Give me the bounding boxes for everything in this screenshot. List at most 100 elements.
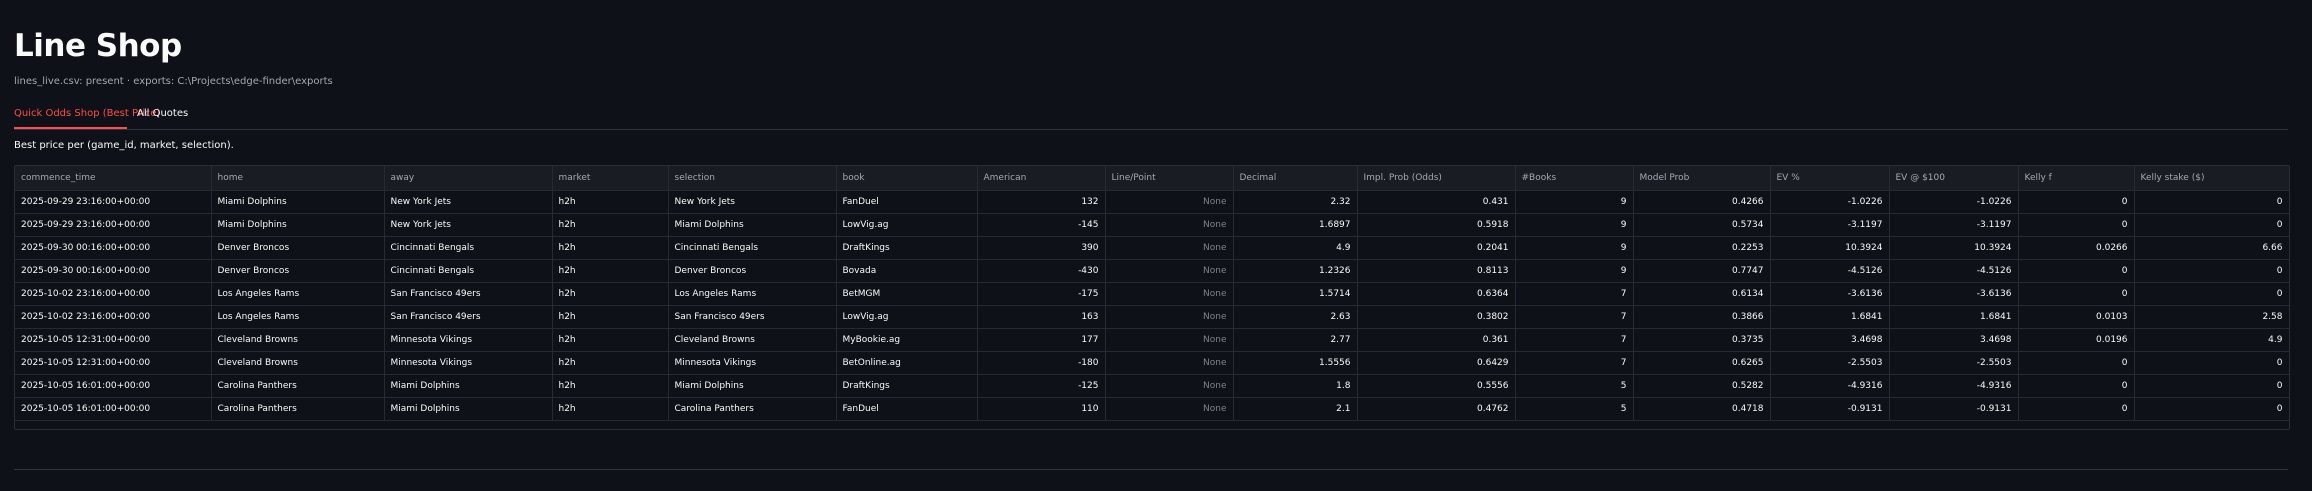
table-cell[interactable]: 390: [977, 236, 1106, 260]
table-cell[interactable]: 2025-09-29 23:16:00+00:00: [15, 213, 212, 237]
table-cell[interactable]: None: [1105, 351, 1234, 375]
table-cell[interactable]: DraftKings: [836, 374, 978, 398]
table-cell[interactable]: None: [1105, 190, 1234, 214]
table-cell[interactable]: Cincinnati Bengals: [668, 236, 837, 260]
table-cell[interactable]: 2.58: [2134, 305, 2289, 329]
table-cell[interactable]: -0.9131: [1889, 397, 2019, 421]
table-cell[interactable]: 5: [1515, 397, 1634, 421]
table-cell[interactable]: h2h: [552, 236, 669, 260]
table-cell[interactable]: 0: [2134, 259, 2289, 283]
table-cell[interactable]: -4.5126: [1889, 259, 2019, 283]
tab-all-quotes[interactable]: All Quotes: [137, 108, 188, 119]
odds-dataframe[interactable]: commence_time home away market selection book…: [14, 165, 2290, 430]
table-cell[interactable]: FanDuel: [836, 190, 978, 214]
table-cell[interactable]: 0.3735: [1633, 328, 1771, 352]
table-cell[interactable]: 0.3866: [1633, 305, 1771, 329]
table-cell[interactable]: 1.8: [1233, 374, 1358, 398]
table-cell[interactable]: New York Jets: [384, 190, 553, 214]
table-cell[interactable]: h2h: [552, 190, 669, 214]
table-cell[interactable]: Miami Dolphins: [211, 190, 385, 214]
table-cell[interactable]: 0.2041: [1357, 236, 1516, 260]
table-cell[interactable]: 0: [2018, 213, 2135, 237]
table-row[interactable]: 2025-10-05 12:31:00+00:00 Cleveland Brown…: [15, 351, 2289, 375]
table-cell[interactable]: Cincinnati Bengals: [384, 259, 553, 283]
table-cell[interactable]: New York Jets: [668, 190, 837, 214]
table-row[interactable]: 2025-10-02 23:16:00+00:00 Los Angeles Ram…: [15, 282, 2289, 306]
column-header[interactable]: Model Prob: [1633, 166, 1771, 191]
column-header[interactable]: EV %: [1770, 166, 1890, 191]
column-header[interactable]: #Books: [1515, 166, 1634, 191]
table-cell[interactable]: 7: [1515, 328, 1634, 352]
table-cell[interactable]: -3.6136: [1889, 282, 2019, 306]
table-cell[interactable]: 0.0103: [2018, 305, 2135, 329]
table-cell[interactable]: 0.431: [1357, 190, 1516, 214]
table-cell[interactable]: 0.4762: [1357, 397, 1516, 421]
table-cell[interactable]: 2025-10-05 12:31:00+00:00: [15, 351, 212, 375]
table-cell[interactable]: 0: [2018, 397, 2135, 421]
table-cell[interactable]: None: [1105, 259, 1234, 283]
table-cell[interactable]: Denver Broncos: [668, 259, 837, 283]
table-cell[interactable]: None: [1105, 374, 1234, 398]
table-cell[interactable]: 0: [2134, 190, 2289, 214]
table-cell[interactable]: 0.6265: [1633, 351, 1771, 375]
table-row[interactable]: 2025-10-05 12:31:00+00:00 Cleveland Brown…: [15, 328, 2289, 352]
table-cell[interactable]: 4.9: [1233, 236, 1358, 260]
table-cell[interactable]: -145: [977, 213, 1106, 237]
table-cell[interactable]: 7: [1515, 282, 1634, 306]
table-cell[interactable]: h2h: [552, 282, 669, 306]
table-cell[interactable]: Cleveland Browns: [211, 328, 385, 352]
table-cell[interactable]: h2h: [552, 259, 669, 283]
table-cell[interactable]: LowVig.ag: [836, 213, 978, 237]
table-cell[interactable]: Denver Broncos: [211, 236, 385, 260]
table-cell[interactable]: -3.6136: [1770, 282, 1890, 306]
table-cell[interactable]: Cleveland Browns: [668, 328, 837, 352]
column-header[interactable]: Kelly f: [2018, 166, 2135, 191]
column-header[interactable]: selection: [668, 166, 837, 191]
table-cell[interactable]: -1.0226: [1770, 190, 1890, 214]
table-cell[interactable]: 7: [1515, 351, 1634, 375]
table-row[interactable]: 2025-09-30 00:16:00+00:00 Denver Broncos C…: [15, 236, 2289, 260]
table-cell[interactable]: 0.3802: [1357, 305, 1516, 329]
table-cell[interactable]: None: [1105, 305, 1234, 329]
table-cell[interactable]: -2.5503: [1770, 351, 1890, 375]
table-cell[interactable]: New York Jets: [384, 213, 553, 237]
column-header[interactable]: Line/Point: [1105, 166, 1234, 191]
table-row[interactable]: 2025-09-29 23:16:00+00:00 Miami Dolphins N…: [15, 213, 2289, 237]
table-cell[interactable]: 177: [977, 328, 1106, 352]
table-cell[interactable]: 2.32: [1233, 190, 1358, 214]
table-cell[interactable]: 2.1: [1233, 397, 1358, 421]
table-row[interactable]: 2025-10-02 23:16:00+00:00 Los Angeles Ram…: [15, 305, 2289, 329]
table-cell[interactable]: 0.7747: [1633, 259, 1771, 283]
table-cell[interactable]: Minnesota Vikings: [384, 351, 553, 375]
column-header[interactable]: Kelly stake ($): [2134, 166, 2289, 191]
table-cell[interactable]: LowVig.ag: [836, 305, 978, 329]
table-cell[interactable]: 9: [1515, 190, 1634, 214]
table-cell[interactable]: Los Angeles Rams: [668, 282, 837, 306]
table-cell[interactable]: None: [1105, 282, 1234, 306]
table-cell[interactable]: None: [1105, 213, 1234, 237]
table-cell[interactable]: 0.4718: [1633, 397, 1771, 421]
table-cell[interactable]: -4.9316: [1889, 374, 2019, 398]
table-cell[interactable]: 110: [977, 397, 1106, 421]
table-cell[interactable]: -125: [977, 374, 1106, 398]
column-header[interactable]: market: [552, 166, 669, 191]
table-cell[interactable]: 0: [2018, 351, 2135, 375]
table-cell[interactable]: 0.6134: [1633, 282, 1771, 306]
table-cell[interactable]: 0.6429: [1357, 351, 1516, 375]
table-cell[interactable]: 10.3924: [1770, 236, 1890, 260]
table-cell[interactable]: 9: [1515, 259, 1634, 283]
table-cell[interactable]: 0: [2134, 351, 2289, 375]
table-cell[interactable]: San Francisco 49ers: [384, 305, 553, 329]
table-cell[interactable]: 0: [2018, 190, 2135, 214]
table-cell[interactable]: 132: [977, 190, 1106, 214]
table-cell[interactable]: 0: [2134, 213, 2289, 237]
table-cell[interactable]: 0: [2134, 397, 2289, 421]
table-cell[interactable]: Carolina Panthers: [668, 397, 837, 421]
table-cell[interactable]: 0.6364: [1357, 282, 1516, 306]
column-header[interactable]: American: [977, 166, 1106, 191]
table-cell[interactable]: San Francisco 49ers: [384, 282, 553, 306]
table-cell[interactable]: 2025-09-29 23:16:00+00:00: [15, 190, 212, 214]
table-cell[interactable]: -180: [977, 351, 1106, 375]
table-cell[interactable]: 2025-10-05 12:31:00+00:00: [15, 328, 212, 352]
table-cell[interactable]: -1.0226: [1889, 190, 2019, 214]
